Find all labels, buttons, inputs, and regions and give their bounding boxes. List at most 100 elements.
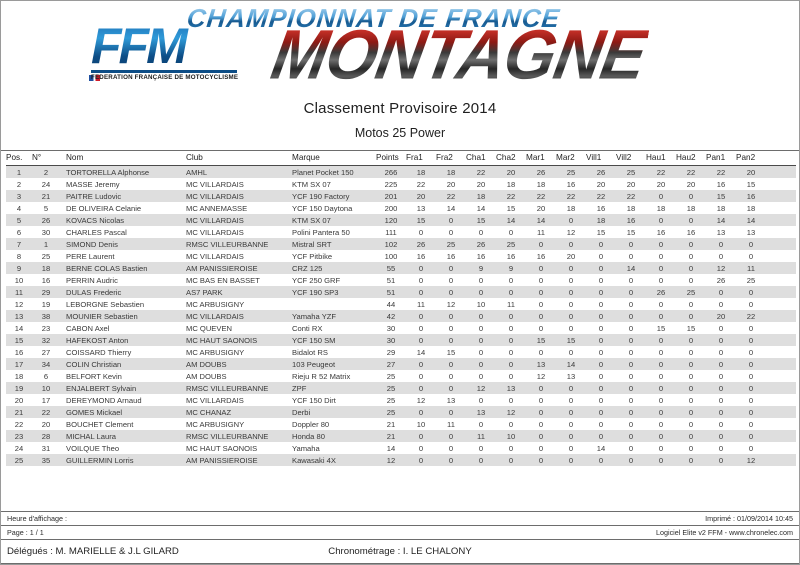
cell-hau2: 0: [676, 370, 706, 382]
column-header-spacer: [766, 151, 796, 166]
cell-number: 22: [32, 406, 60, 418]
cell-vill2: 0: [616, 250, 646, 262]
cell-vill2: 0: [616, 358, 646, 370]
cell-club: MC CHANAZ: [184, 406, 290, 418]
cell-cha2: 22: [496, 190, 526, 202]
cell-spacer: [766, 394, 796, 406]
table-row: 1 2 TORTORELLA Alphonse AMHL Planet Pocket 1…: [6, 165, 796, 178]
column-header-vill1: Vill1: [586, 151, 616, 166]
cell-pos: 6: [6, 226, 32, 238]
table-row: 4 5 DE OLIVEIRA Celanie MC ANNEMASSE YCF 150…: [6, 202, 796, 214]
column-header-pan2: Pan2: [736, 151, 766, 166]
cell-hau1: 0: [646, 298, 676, 310]
cell-cha2: 25: [496, 238, 526, 250]
column-header-mar2: Mar2: [556, 151, 586, 166]
cell-pan2: 22: [736, 310, 766, 322]
cell-vill1: 14: [586, 442, 616, 454]
cell-cha1: 14: [466, 202, 496, 214]
cell-points: 102: [376, 238, 406, 250]
cell-number: 28: [32, 430, 60, 442]
cell-vill1: 0: [586, 418, 616, 430]
cell-club: MC HAUT SAONOIS: [184, 334, 290, 346]
cell-fra1: 12: [406, 394, 436, 406]
cell-cha2: 11: [496, 298, 526, 310]
cell-cha1: 11: [466, 430, 496, 442]
cell-vill1: 15: [586, 226, 616, 238]
cell-points: 30: [376, 322, 406, 334]
table-row: 9 18 BERNE COLAS Bastien AM PANISSIEROISE CR…: [6, 262, 796, 274]
cell-hau2: 0: [676, 358, 706, 370]
cell-pos: 19: [6, 382, 32, 394]
cell-club: MC ARBUSIGNY: [184, 346, 290, 358]
cell-points: 44: [376, 298, 406, 310]
cell-vill2: 20: [616, 178, 646, 190]
cell-points: 120: [376, 214, 406, 226]
cell-fra2: 0: [436, 454, 466, 466]
cell-number: 16: [32, 274, 60, 286]
cell-marque: Mistral SRT: [290, 238, 376, 250]
cell-marque: CRZ 125: [290, 262, 376, 274]
cell-name: PERRIN Audric: [60, 274, 184, 286]
cell-marque: 103 Peugeot: [290, 358, 376, 370]
cell-fra1: 18: [406, 165, 436, 178]
cell-mar2: 0: [556, 310, 586, 322]
cell-points: 55: [376, 262, 406, 274]
table-row: 8 25 PERE Laurent MC VILLARDAIS YCF Pitbike 1…: [6, 250, 796, 262]
cell-mar1: 16: [526, 250, 556, 262]
table-row: 16 27 COISSARD Thierry MC ARBUSIGNY Bidalot …: [6, 346, 796, 358]
cell-pan1: 0: [706, 370, 736, 382]
cell-club: AM PANISSIEROISE: [184, 262, 290, 274]
cell-pan1: 16: [706, 178, 736, 190]
cell-cha2: 0: [496, 454, 526, 466]
cell-mar1: 0: [526, 442, 556, 454]
cell-name: SIMOND Denis: [60, 238, 184, 250]
cell-pan1: 20: [706, 310, 736, 322]
cell-club: RMSC VILLEURBANNE: [184, 382, 290, 394]
cell-pan2: 0: [736, 442, 766, 454]
cell-mar2: 0: [556, 262, 586, 274]
cell-vill2: 0: [616, 274, 646, 286]
ffm-logo: FFM FEDERATION FRANÇAISE DE MOTOCYCLISME: [89, 20, 239, 86]
column-header-mar1: Mar1: [526, 151, 556, 166]
cell-mar2: 0: [556, 286, 586, 298]
cell-mar1: 0: [526, 274, 556, 286]
cell-hau1: 0: [646, 346, 676, 358]
cell-vill2: 14: [616, 262, 646, 274]
cell-hau1: 0: [646, 454, 676, 466]
cell-fra2: 0: [436, 214, 466, 226]
cell-name: DE OLIVEIRA Celanie: [60, 202, 184, 214]
cell-vill2: 0: [616, 370, 646, 382]
cell-points: 51: [376, 286, 406, 298]
cell-pos: 16: [6, 346, 32, 358]
cell-marque: Conti RX: [290, 322, 376, 334]
column-header-pan1: Pan1: [706, 151, 736, 166]
cell-hau1: 0: [646, 394, 676, 406]
cell-hau2: 0: [676, 334, 706, 346]
event-title: MONTAGNE: [266, 14, 653, 94]
column-header-cha1: Cha1: [466, 151, 496, 166]
cell-club: MC HAUT SAONOIS: [184, 442, 290, 454]
cell-fra2: 15: [436, 346, 466, 358]
column-header-hau1: Hau1: [646, 151, 676, 166]
cell-cha1: 0: [466, 454, 496, 466]
table-row: 18 6 BELFORT Kevin AM DOUBS Rieju R 52 Matri…: [6, 370, 796, 382]
cell-vill2: 0: [616, 298, 646, 310]
cell-pan2: 13: [736, 226, 766, 238]
cell-vill1: 26: [586, 165, 616, 178]
cell-marque: Kawasaki 4X: [290, 454, 376, 466]
cell-points: 30: [376, 334, 406, 346]
cell-marque: Honda 80: [290, 430, 376, 442]
cell-hau2: 0: [676, 430, 706, 442]
cell-spacer: [766, 202, 796, 214]
cell-fra1: 0: [406, 358, 436, 370]
cell-hau2: 15: [676, 322, 706, 334]
cell-fra1: 22: [406, 178, 436, 190]
cell-mar2: 13: [556, 370, 586, 382]
cell-hau1: 15: [646, 322, 676, 334]
cell-fra2: 16: [436, 250, 466, 262]
cell-number: 30: [32, 226, 60, 238]
cell-fra1: 11: [406, 298, 436, 310]
cell-club: MC VILLARDAIS: [184, 226, 290, 238]
cell-mar1: 0: [526, 286, 556, 298]
cell-pan1: 0: [706, 406, 736, 418]
